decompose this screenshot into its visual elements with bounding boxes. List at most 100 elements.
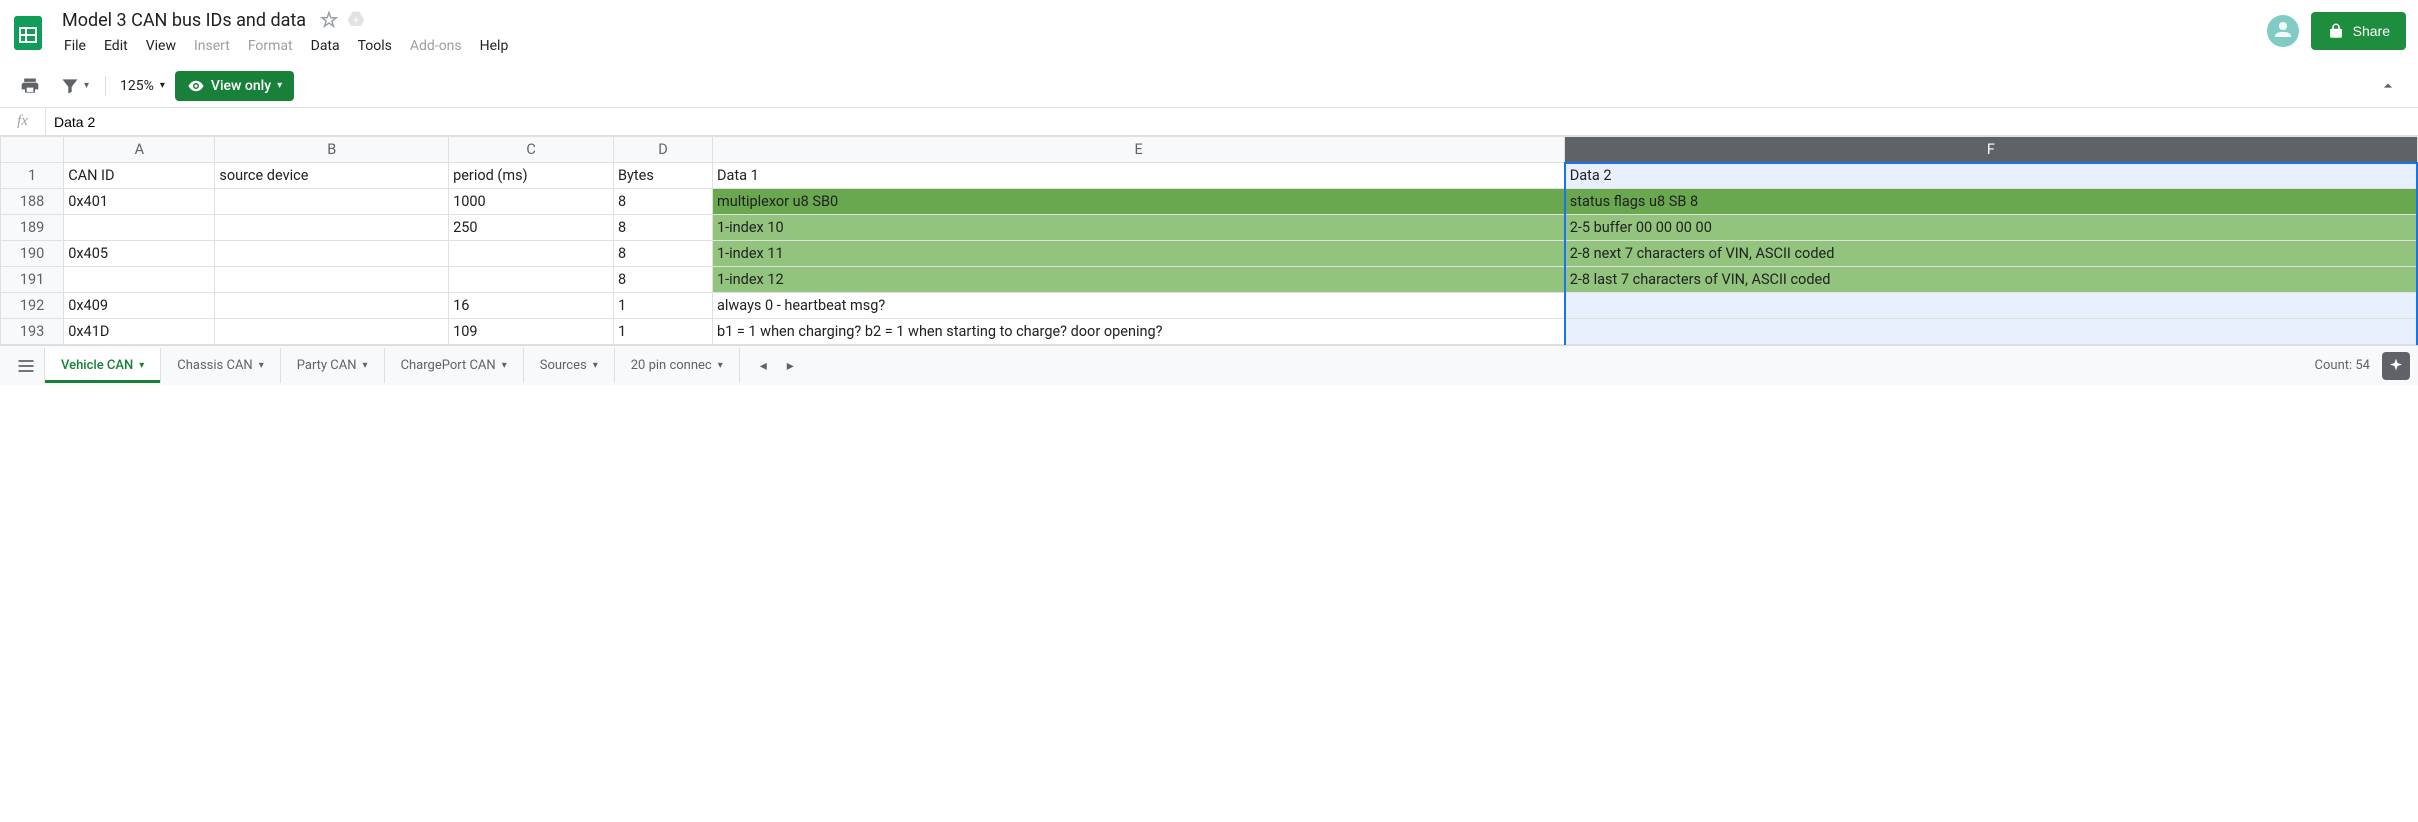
row-header[interactable]: 190 — [1, 241, 64, 267]
sheet-tabs-bar: Vehicle CAN▾Chassis CAN▾Party CAN▾Charge… — [0, 345, 2418, 385]
cell[interactable]: 8 — [614, 189, 713, 215]
row-header[interactable]: 193 — [1, 319, 64, 345]
tab-caret-icon[interactable]: ▾ — [259, 360, 264, 371]
sheet-tab[interactable]: Vehicle CAN▾ — [44, 348, 161, 383]
col-header-A[interactable]: A — [64, 137, 215, 163]
cell[interactable]: 0x409 — [64, 293, 215, 319]
cell[interactable] — [64, 267, 215, 293]
tab-caret-icon[interactable]: ▾ — [502, 360, 507, 371]
cell[interactable]: 2-5 buffer 00 00 00 00 — [1565, 215, 2417, 241]
cell[interactable] — [215, 293, 449, 319]
sheets-logo[interactable] — [8, 12, 48, 52]
cell[interactable]: 2-8 next 7 characters of VIN, ASCII code… — [1565, 241, 2417, 267]
sheet-tab-label: Party CAN — [297, 358, 357, 373]
menu-view[interactable]: View — [138, 34, 184, 58]
cell[interactable]: 8 — [614, 241, 713, 267]
menu-format: Format — [240, 34, 301, 58]
cell[interactable]: b1 = 1 when charging? b2 = 1 when starti… — [712, 319, 1564, 345]
cell[interactable] — [1565, 293, 2417, 319]
anonymous-avatar[interactable] — [2267, 15, 2299, 47]
star-icon[interactable] — [320, 11, 338, 29]
menu-tools[interactable]: Tools — [350, 34, 400, 58]
share-button[interactable]: Share — [2311, 12, 2406, 50]
row-header[interactable]: 188 — [1, 189, 64, 215]
cell[interactable]: 1000 — [449, 189, 614, 215]
cell[interactable]: 109 — [449, 319, 614, 345]
menu-help[interactable]: Help — [472, 34, 517, 58]
tab-nav-left-icon[interactable]: ◂ — [752, 352, 775, 380]
cell[interactable]: multiplexor u8 SB0 — [712, 189, 1564, 215]
row-header[interactable]: 191 — [1, 267, 64, 293]
zoom-select[interactable]: 125% ▾ — [114, 74, 171, 98]
cell[interactable]: 1-index 11 — [712, 241, 1564, 267]
menu-edit[interactable]: Edit — [96, 34, 136, 58]
tab-caret-icon[interactable]: ▾ — [139, 360, 144, 371]
row-header-1[interactable]: 1 — [1, 163, 64, 189]
cell[interactable] — [215, 267, 449, 293]
toolbar: ▾ 125% ▾ View only ▾ — [0, 64, 2418, 108]
col-header-D[interactable]: D — [614, 137, 713, 163]
selection-count[interactable]: Count: 54 — [2303, 358, 2382, 373]
cell[interactable]: status flags u8 SB 8 — [1565, 189, 2417, 215]
move-to-drive-icon[interactable]: + — [346, 10, 366, 30]
cell[interactable] — [64, 215, 215, 241]
cell[interactable]: 8 — [614, 267, 713, 293]
sheet-tab[interactable]: 20 pin connec▾ — [615, 348, 740, 383]
cell[interactable] — [215, 319, 449, 345]
all-sheets-icon[interactable] — [8, 348, 44, 384]
col-header-B[interactable]: B — [215, 137, 449, 163]
cell[interactable]: period (ms) — [449, 163, 614, 189]
col-header-E[interactable]: E — [712, 137, 1564, 163]
cell[interactable] — [215, 241, 449, 267]
toolbar-separator — [105, 76, 106, 96]
tab-nav-right-icon[interactable]: ▸ — [779, 352, 802, 380]
titlebar: Model 3 CAN bus IDs and data + File Edit… — [0, 0, 2418, 64]
cell[interactable]: Data 1 — [712, 163, 1564, 189]
cell[interactable] — [1565, 319, 2417, 345]
cell[interactable]: source device — [215, 163, 449, 189]
tab-caret-icon[interactable]: ▾ — [593, 360, 598, 371]
cell[interactable]: 1 — [614, 319, 713, 345]
view-only-button[interactable]: View only ▾ — [175, 71, 294, 101]
cell[interactable] — [215, 215, 449, 241]
menu-data[interactable]: Data — [303, 34, 348, 58]
sheet-tab[interactable]: Sources▾ — [524, 348, 615, 383]
cell[interactable]: 0x401 — [64, 189, 215, 215]
col-header-C[interactable]: C — [449, 137, 614, 163]
cell[interactable]: 0x405 — [64, 241, 215, 267]
cell[interactable] — [449, 241, 614, 267]
share-label: Share — [2353, 23, 2390, 39]
cell[interactable]: 250 — [449, 215, 614, 241]
collapse-toolbar-icon[interactable] — [2370, 70, 2406, 102]
row-header[interactable]: 192 — [1, 293, 64, 319]
cell[interactable]: 1-index 12 — [712, 267, 1564, 293]
tab-caret-icon[interactable]: ▾ — [718, 360, 723, 371]
sheet-tab[interactable]: Chassis CAN▾ — [161, 348, 280, 383]
col-header-F[interactable]: F — [1565, 137, 2417, 163]
cell[interactable]: 8 — [614, 215, 713, 241]
formula-input[interactable] — [46, 108, 2418, 135]
cell-active[interactable]: Data 2 — [1565, 163, 2417, 189]
print-icon[interactable] — [12, 70, 48, 102]
cell[interactable]: 16 — [449, 293, 614, 319]
tab-caret-icon[interactable]: ▾ — [363, 360, 368, 371]
cell[interactable]: Bytes — [614, 163, 713, 189]
explore-button[interactable] — [2382, 352, 2410, 380]
filter-icon[interactable]: ▾ — [52, 70, 97, 102]
formula-bar: fx — [0, 108, 2418, 136]
sheet-tab[interactable]: Party CAN ▾ — [281, 348, 385, 383]
cell[interactable] — [215, 189, 449, 215]
cell[interactable]: always 0 - heartbeat msg? — [712, 293, 1564, 319]
select-all-corner[interactable] — [1, 137, 64, 163]
sheet-tab[interactable]: ChargePort CAN▾ — [385, 348, 524, 383]
cell[interactable]: CAN ID — [64, 163, 215, 189]
cell[interactable]: 1-index 10 — [712, 215, 1564, 241]
row-header[interactable]: 189 — [1, 215, 64, 241]
cell[interactable]: 2-8 last 7 characters of VIN, ASCII code… — [1565, 267, 2417, 293]
cell[interactable]: 0x41D — [64, 319, 215, 345]
spreadsheet-grid[interactable]: A B C D E F 1 CAN ID source device perio… — [0, 136, 2418, 345]
doc-title[interactable]: Model 3 CAN bus IDs and data — [56, 8, 312, 33]
menu-file[interactable]: File — [56, 34, 94, 58]
cell[interactable] — [449, 267, 614, 293]
cell[interactable]: 1 — [614, 293, 713, 319]
